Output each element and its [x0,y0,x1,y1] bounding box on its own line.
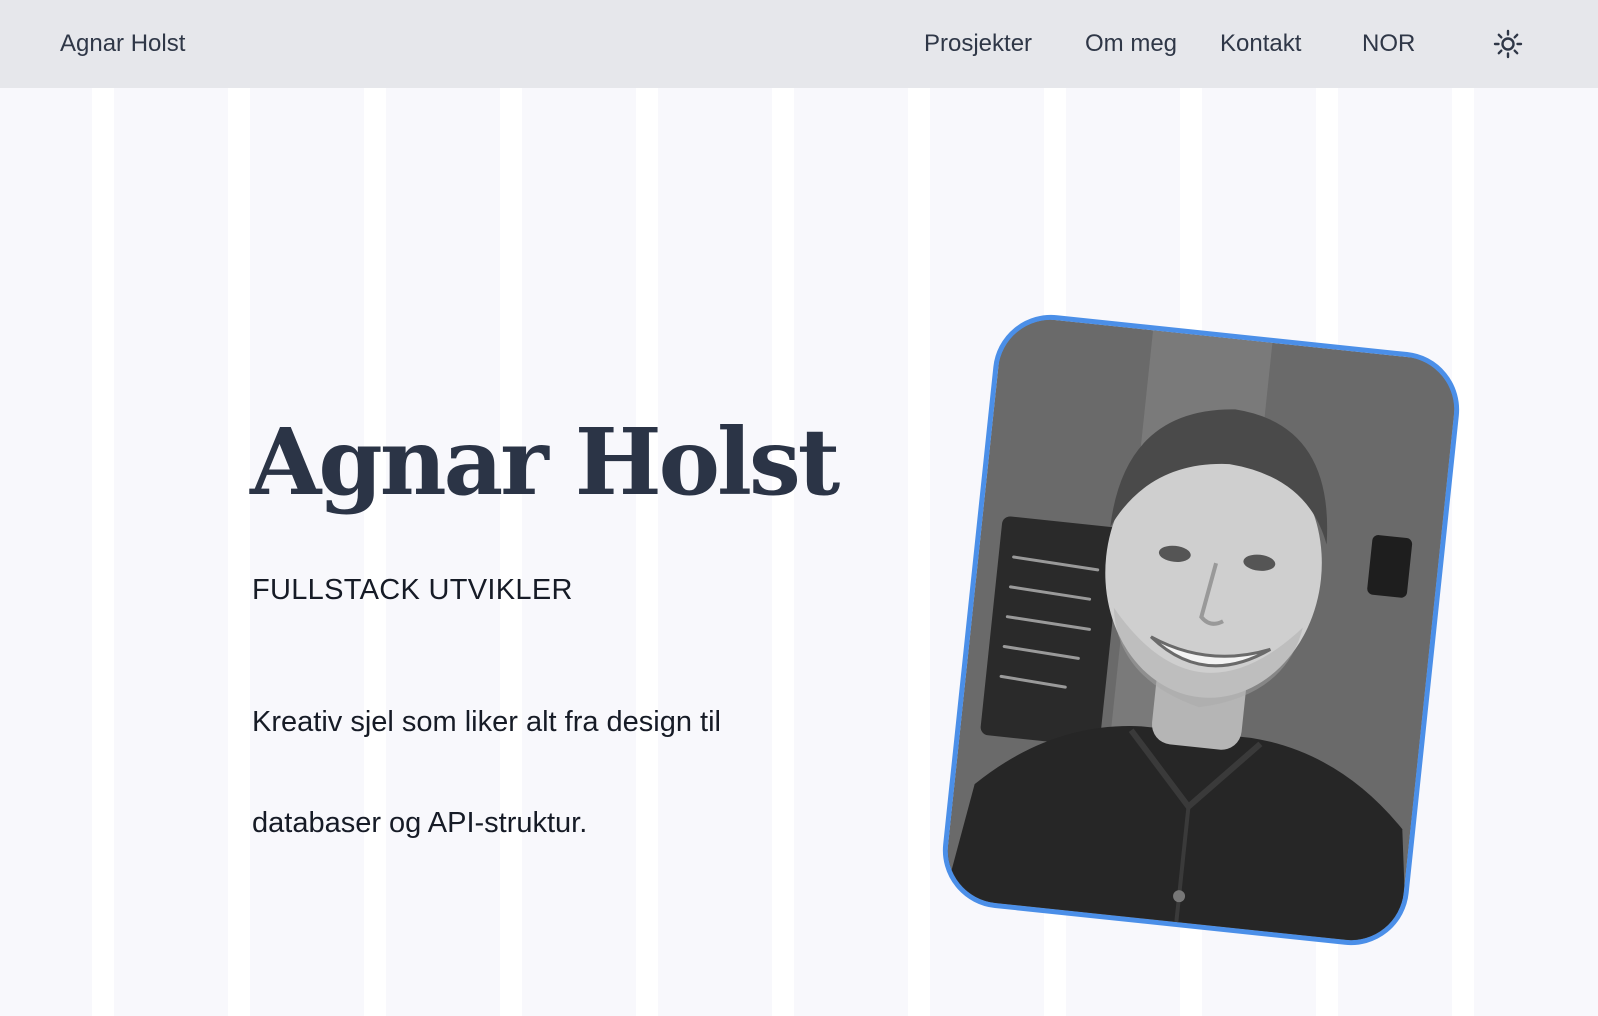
hero-title: Agnar Holst [250,408,840,516]
hero-role: FULLSTACK UTVIKLER [252,574,573,606]
theme-toggle-button[interactable] [1490,26,1526,62]
sun-icon [1493,29,1523,59]
hero-description: Kreativ sjel som liker alt fra design ti… [252,706,721,839]
nav-link-kontakt[interactable]: Kontakt [1220,30,1301,58]
brand-link[interactable]: Agnar Holst [60,30,185,58]
nav-link-prosjekter[interactable]: Prosjekter [924,30,1032,58]
portrait-photo [937,309,1465,951]
nav-link-om-meg[interactable]: Om meg [1085,30,1177,58]
top-navbar: Agnar Holst Prosjekter Om meg Kontakt NO… [0,0,1598,88]
language-toggle[interactable]: NOR [1362,30,1415,58]
